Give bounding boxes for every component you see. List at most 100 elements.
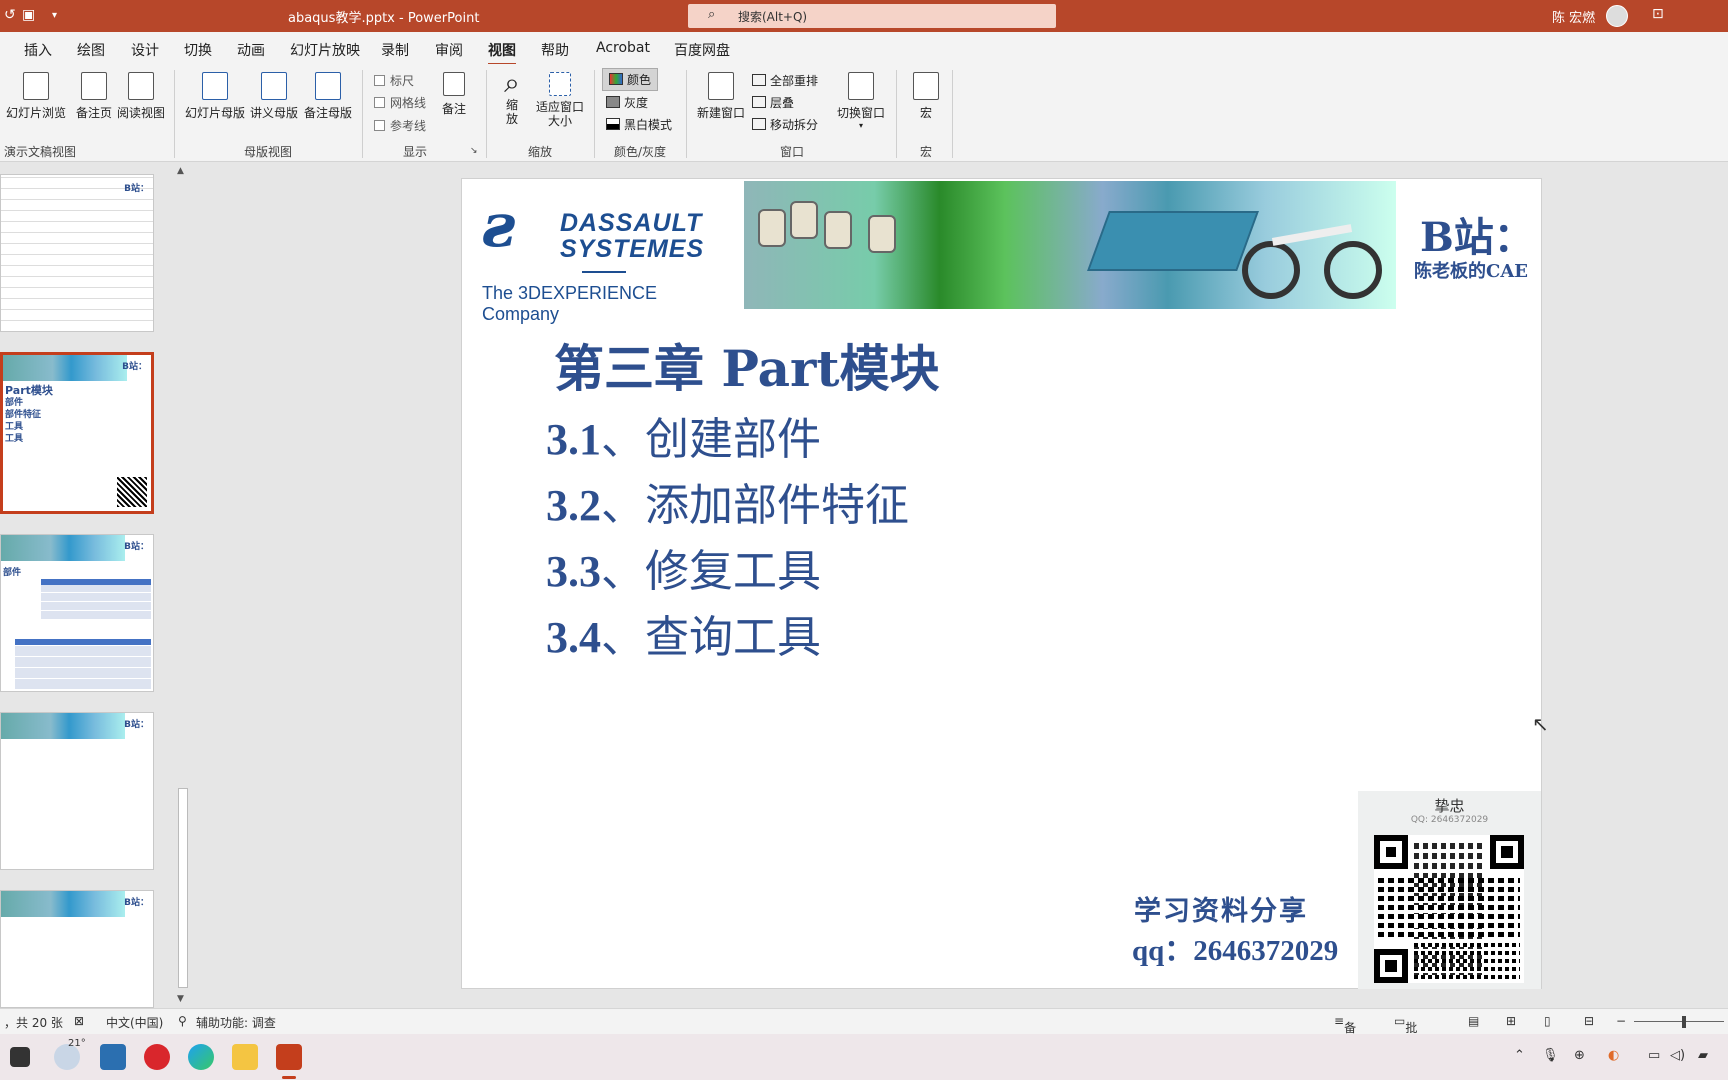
notes-master-button[interactable]: 备注母版 — [302, 72, 354, 121]
engineering-banner-image — [744, 181, 1396, 309]
slide-thumbnail[interactable]: B站： — [0, 712, 154, 870]
mouse-cursor-icon: ↖ — [1532, 712, 1549, 736]
macros-label: 宏 — [919, 106, 932, 120]
scroll-down-icon[interactable]: ▼ — [177, 994, 184, 1004]
show-dialog-launcher-icon[interactable]: ↘ — [470, 146, 478, 156]
powerpoint-icon[interactable] — [276, 1044, 302, 1070]
search-icon: ⌕ — [708, 7, 716, 22]
microphone-icon[interactable]: 🎙 — [1542, 1048, 1559, 1063]
netease-music-icon[interactable] — [144, 1044, 170, 1070]
calculator-icon[interactable] — [100, 1044, 126, 1070]
handout-master-button[interactable]: 讲义母版 — [248, 72, 300, 121]
slide-sorter-view-icon[interactable]: ⊞ — [1506, 1014, 1516, 1028]
customize-toolbar-icon[interactable]: ▾ — [52, 10, 57, 21]
tab-view[interactable]: 视图 — [488, 40, 516, 66]
qr-modules — [1414, 939, 1520, 979]
macros-button[interactable]: 宏 — [908, 72, 944, 121]
tab-record[interactable]: 录制 — [381, 40, 409, 60]
piston-shape — [824, 211, 852, 249]
slide-thumbnail[interactable]: B站： 部件 — [0, 534, 154, 692]
tab-acrobat[interactable]: Acrobat — [596, 40, 650, 56]
file-explorer-icon[interactable] — [232, 1044, 258, 1070]
reading-view-button[interactable]: 阅读视图 — [116, 72, 166, 121]
tab-design[interactable]: 设计 — [131, 40, 159, 60]
qr-modules — [1378, 877, 1520, 937]
user-name[interactable]: 陈 宏燃 — [1552, 7, 1595, 26]
zoom-slider-thumb[interactable] — [1682, 1016, 1686, 1028]
notes-page-button[interactable]: 备注页 — [72, 72, 116, 121]
bzhan-subtitle: 陈老板的CAE — [1414, 261, 1529, 282]
reading-view-icon[interactable]: ▯ — [1544, 1014, 1551, 1028]
tab-baidu[interactable]: 百度网盘 — [674, 40, 730, 60]
zoom-button[interactable]: ⌕ 缩放 — [494, 68, 530, 127]
avatar[interactable] — [1606, 5, 1628, 27]
zoom-out-icon[interactable]: − — [1616, 1014, 1626, 1028]
notes-button[interactable]: 备注 — [436, 72, 472, 117]
edge-browser-icon[interactable] — [188, 1044, 214, 1070]
tab-transitions[interactable]: 切换 — [184, 40, 212, 60]
group-label-color: 颜色/灰度 — [614, 145, 667, 159]
cascade-button[interactable]: 层叠 — [752, 94, 794, 111]
ribbon-display-options-icon[interactable]: ⊡ — [1652, 6, 1664, 22]
item-number: 3.3 — [546, 547, 601, 596]
tab-slideshow[interactable]: 幻灯片放映 — [290, 40, 360, 60]
slide-thumbnail[interactable]: B站： — [0, 174, 154, 332]
network-icon[interactable]: ▭ — [1648, 1048, 1660, 1063]
color-button[interactable]: 颜色 — [602, 68, 659, 91]
volume-icon[interactable]: ◁) — [1670, 1048, 1685, 1063]
tab-draw[interactable]: 绘图 — [77, 40, 105, 60]
handout-master-icon — [261, 72, 287, 100]
fit-to-window-button[interactable]: 适应窗口大小 — [532, 72, 588, 128]
thumb-line: 部件 — [5, 398, 24, 408]
thumb-qr-code — [117, 477, 147, 507]
tab-help[interactable]: 帮助 — [541, 40, 569, 60]
group-label-presentation-views: 演示文稿视图 — [4, 145, 77, 159]
slide-canvas[interactable]: ƨ DASSAULT SYSTEMES The 3DEXPERIENCE Com… — [461, 178, 1542, 989]
macros-icon — [913, 72, 939, 100]
thumb-line: 工具 — [5, 422, 24, 432]
guides-checkbox[interactable]: 参考线 — [374, 117, 426, 134]
slide-thumbnail[interactable]: B站： — [0, 890, 154, 1008]
battery-icon[interactable]: ▰ — [1698, 1048, 1708, 1063]
app-tray-icon[interactable]: ◐ — [1608, 1048, 1619, 1063]
presentation-start-icon[interactable]: ▣ — [22, 7, 35, 23]
notes-toggle[interactable]: ≡ 备注 — [1334, 1014, 1356, 1052]
input-method-icon[interactable]: ⊕ — [1574, 1048, 1585, 1063]
slide-thumbnail-selected[interactable]: B站： Part模块 部件 部件特征 工具 工具 — [0, 352, 154, 514]
grayscale-button[interactable]: 灰度 — [606, 94, 648, 111]
accessibility-status[interactable]: 辅助功能: 调查 — [196, 1014, 276, 1031]
group-label-macros: 宏 — [920, 145, 933, 159]
comments-toggle[interactable]: ▭ 批注 — [1394, 1014, 1417, 1052]
ribbon: 幻灯片浏览 备注页 阅读视图 演示文稿视图 幻灯片母版 讲义母版 备注母版 母版… — [0, 64, 1728, 162]
ruler-checkbox[interactable]: 标尺 — [374, 72, 414, 89]
new-window-button[interactable]: 新建窗口 — [694, 72, 748, 121]
move-split-button[interactable]: 移动拆分 — [752, 116, 818, 133]
thumbnail-scrollbar[interactable]: ▲ ▼ — [176, 162, 190, 1008]
black-white-button[interactable]: 黑白模式 — [606, 116, 672, 133]
slide-sorter-button[interactable]: 幻灯片浏览 — [2, 72, 70, 121]
gridlines-checkbox[interactable]: 网格线 — [374, 94, 426, 111]
spellcheck-icon[interactable]: ⊠ — [74, 1014, 84, 1028]
search-input[interactable]: ⌕ 搜索(Alt+Q) — [688, 4, 1056, 28]
tab-animations[interactable]: 动画 — [237, 40, 265, 60]
dassault-logo: ƨ DASSAULT SYSTEMES The 3DEXPERIENCE Com… — [482, 187, 732, 324]
arrange-all-label: 全部重排 — [770, 74, 819, 88]
qq-number: qq：2646372029 — [1132, 935, 1339, 967]
tab-insert[interactable]: 插入 — [24, 40, 52, 60]
language-indicator[interactable]: 中文(中国) — [106, 1014, 163, 1031]
normal-view-icon[interactable]: ▤ — [1468, 1014, 1479, 1028]
scrollbar-thumb[interactable] — [178, 788, 188, 988]
slide-master-button[interactable]: 幻灯片母版 — [184, 72, 246, 121]
zoom-slider[interactable] — [1634, 1021, 1724, 1022]
chevron-up-icon[interactable]: ⌃ — [1514, 1048, 1525, 1063]
undo-icon[interactable]: ↺ — [4, 7, 16, 23]
arrange-all-button[interactable]: 全部重排 — [752, 72, 818, 89]
switch-windows-label: 切换窗口 — [836, 106, 885, 120]
slideshow-view-icon[interactable]: ⊟ — [1584, 1014, 1594, 1028]
switch-windows-button[interactable]: 切换窗口 ▾ — [834, 72, 888, 130]
tab-review[interactable]: 审阅 — [435, 40, 463, 60]
grayscale-label: 灰度 — [624, 96, 649, 110]
outline-item: 3.4、查询工具 — [546, 601, 821, 665]
task-view-icon[interactable] — [10, 1047, 30, 1067]
scroll-up-icon[interactable]: ▲ — [177, 166, 184, 176]
